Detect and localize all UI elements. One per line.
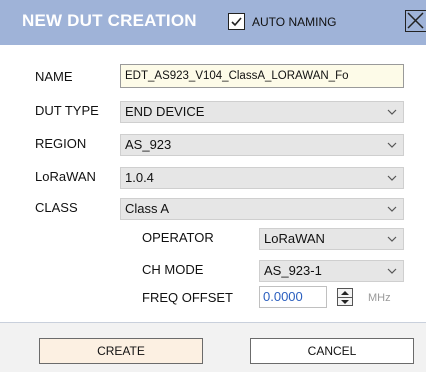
lorawan-version-value: 1.0.4 <box>125 170 154 185</box>
operator-select[interactable]: LoRaWAN <box>259 228 404 250</box>
region-label: REGION <box>35 136 87 151</box>
close-x-icon <box>407 12 424 29</box>
class-label: CLASS <box>35 200 78 215</box>
create-button[interactable]: CREATE <box>39 338 203 364</box>
lorawan-version-select[interactable]: 1.0.4 <box>120 167 404 189</box>
chevron-down-icon <box>387 206 397 212</box>
dut-type-select[interactable]: END DEVICE <box>120 101 404 123</box>
dialog-title: NEW DUT CREATION <box>22 11 197 30</box>
name-label: NAME <box>35 69 73 84</box>
freq-unit-label: MHz <box>368 292 391 304</box>
ch-mode-value: AS_923-1 <box>264 263 322 278</box>
auto-naming-label: AUTO NAMING <box>252 15 337 29</box>
operator-label: OPERATOR <box>142 230 214 245</box>
chevron-down-icon <box>387 109 397 115</box>
cancel-button[interactable]: CANCEL <box>250 338 414 364</box>
spinner-divider <box>338 297 352 298</box>
chevron-down-icon <box>387 175 397 181</box>
spin-down-icon[interactable] <box>341 299 349 305</box>
lorawan-label: LoRaWAN <box>35 169 96 184</box>
freq-offset-input[interactable]: 0.0000 <box>259 286 327 308</box>
region-value: AS_923 <box>125 137 172 152</box>
title-bar: NEW DUT CREATION AUTO NAMING <box>0 0 426 45</box>
chevron-down-icon <box>387 236 397 242</box>
region-select[interactable]: AS_923 <box>120 134 404 156</box>
operator-value: LoRaWAN <box>264 231 325 246</box>
freq-offset-label: FREQ OFFSET <box>142 290 233 305</box>
ch-mode-label: CH MODE <box>142 262 204 277</box>
dut-type-value: END DEVICE <box>125 104 205 119</box>
chevron-down-icon <box>387 142 397 148</box>
auto-naming-checkbox[interactable] <box>228 13 245 30</box>
spin-up-icon[interactable] <box>341 290 349 296</box>
chevron-down-icon <box>387 268 397 274</box>
new-dut-creation-dialog: NEW DUT CREATION AUTO NAMING NAME EDT_AS… <box>0 0 426 372</box>
ch-mode-select[interactable]: AS_923-1 <box>259 260 404 282</box>
name-input[interactable]: EDT_AS923_V104_ClassA_LORAWAN_Fo <box>120 64 404 88</box>
checkmark-icon <box>231 17 242 27</box>
close-button[interactable] <box>405 10 426 32</box>
dut-type-label: DUT TYPE <box>35 103 99 118</box>
class-value: Class A <box>125 201 170 216</box>
freq-offset-spinner[interactable] <box>337 288 353 306</box>
class-select[interactable]: Class A <box>120 198 404 220</box>
